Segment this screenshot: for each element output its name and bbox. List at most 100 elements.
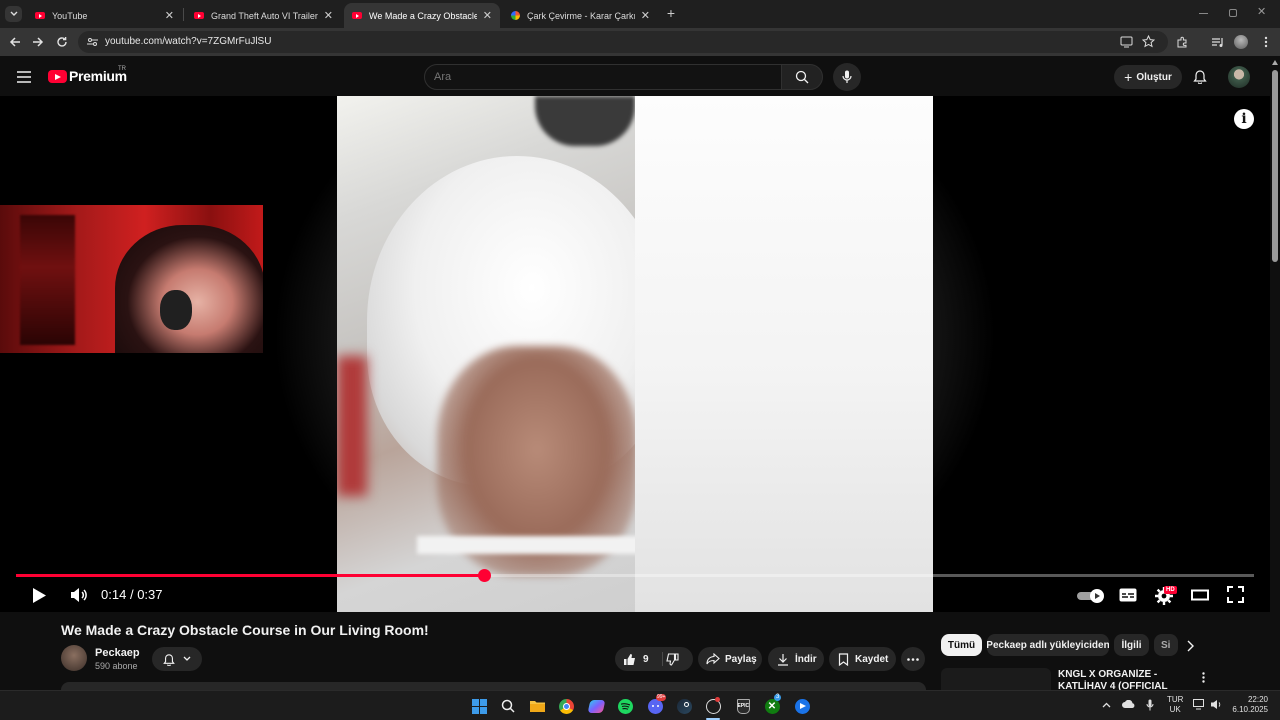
close-tab-icon[interactable]: ✕ [165,9,174,22]
keyboard-layout: UK [1169,705,1181,714]
scrollbar-thumb[interactable] [1272,70,1278,262]
windows-taskbar: 99+ EPIC ✕ 3 TUR UK 22:20 6.10.2025 [0,690,1280,720]
cast-icon[interactable] [1120,36,1133,48]
system-clock[interactable]: 22:20 6.10.2025 [1230,695,1268,715]
fullscreen-button[interactable] [1227,586,1244,608]
channel-avatar[interactable] [61,645,87,671]
browser-tab-youtube[interactable]: YouTube ✕ [27,3,182,28]
reload-icon[interactable] [53,33,71,51]
discord-icon[interactable]: 99+ [646,694,667,715]
headphones-shape [160,290,192,330]
download-label: İndir [795,653,817,665]
recommendation-thumbnail[interactable] [941,668,1051,690]
video-info-button[interactable]: i [1234,109,1254,129]
copilot-icon[interactable] [587,697,605,715]
play-button[interactable] [31,587,47,609]
page-scrollbar[interactable] [1270,56,1280,690]
subscription-notifications-button[interactable] [152,647,202,671]
youtube-logo-icon[interactable] [48,70,67,83]
progress-scrubber-handle[interactable] [477,569,491,582]
close-tab-icon[interactable]: ✕ [324,9,333,22]
xbox-icon[interactable]: ✕ 3 [763,694,782,715]
fullscreen-icon [1227,586,1244,603]
taskbar-search-icon[interactable] [499,697,517,715]
like-button[interactable]: 9 [615,647,659,671]
spotify-icon[interactable] [616,697,634,715]
new-tab-button[interactable]: + [664,6,678,20]
microphone-icon [842,70,852,83]
video-player[interactable]: i 0:14 / 0:37 HD [0,96,1270,612]
file-explorer-icon[interactable] [528,697,546,715]
time-display: 0:14 / 0:37 [101,587,163,602]
chip-related[interactable]: İlgili [1114,634,1149,656]
notifications-bell-icon[interactable] [1193,69,1207,89]
volume-icon [71,588,87,602]
chips-next-arrow-icon[interactable] [1186,639,1194,657]
bookmark-star-icon[interactable] [1142,35,1155,48]
forward-arrow-icon[interactable] [29,33,47,51]
dislike-button[interactable] [666,647,693,671]
close-tab-icon[interactable]: ✕ [641,9,650,22]
minimize-window-button[interactable] [1199,13,1208,14]
obs-studio-icon[interactable] [704,696,722,715]
address-bar[interactable]: youtube.com/watch?v=7ZGMrFuJlSU [78,31,1168,53]
close-tab-icon[interactable]: ✕ [483,9,492,22]
show-hidden-icons-chevron-icon[interactable] [1102,701,1111,710]
autoplay-toggle[interactable] [1077,589,1105,603]
speaker-volume-icon[interactable] [1210,699,1222,712]
epic-games-icon[interactable]: EPIC [734,697,752,715]
steam-icon[interactable] [675,697,693,715]
tab-search-button[interactable] [5,6,22,22]
browser-tab-wheel[interactable]: Çark Çevirme - Karar Çarkı ✕ [503,3,658,28]
chip-all[interactable]: Tümü [941,634,982,656]
scroll-up-arrow-icon[interactable] [1272,60,1278,65]
create-button[interactable]: + Oluştur [1114,65,1182,89]
media-controls-icon[interactable] [1208,33,1226,51]
bookmark-icon [838,652,849,666]
region-code: TR [118,66,126,72]
profile-avatar-icon[interactable] [1232,33,1250,51]
search-box[interactable] [424,64,782,90]
account-avatar[interactable] [1228,66,1250,88]
helmet-top-dark [535,96,635,146]
theater-mode-button[interactable] [1191,588,1209,607]
search-icon [795,70,809,84]
network-display-icon[interactable] [1193,699,1206,712]
like-divider [662,652,663,666]
recommendation-title[interactable]: KNGL X ORGANİZE - KATLİHAV 4 (OFFICIAL M… [1058,669,1198,690]
remote-desktop-icon[interactable] [793,697,811,715]
site-info-icon[interactable] [87,37,98,47]
youtube-favicon-icon [194,12,204,19]
search-input[interactable] [434,69,764,85]
subtitles-button[interactable] [1119,588,1137,607]
plus-icon: + [1124,69,1133,85]
extensions-icon[interactable] [1173,33,1191,51]
language-code: TUR [1167,695,1184,704]
chip-from-uploader[interactable]: Peckaep adlı yükleyiciden [987,634,1109,656]
settings-button[interactable]: HD [1155,585,1179,605]
voice-search-button[interactable] [833,63,861,91]
red-blur [337,356,367,496]
chip-partial[interactable]: Si [1154,634,1178,656]
more-actions-button[interactable] [901,647,925,671]
search-button[interactable] [781,64,823,90]
onedrive-cloud-icon[interactable] [1122,699,1135,710]
browser-menu-icon[interactable] [1257,33,1275,51]
close-window-button[interactable]: ✕ [1257,5,1266,18]
browser-tab-obstacle-course[interactable]: We Made a Crazy Obstacle Cou ✕ [344,3,500,28]
mute-button[interactable] [70,587,88,608]
download-icon [778,653,788,666]
input-language-indicator[interactable]: TUR UK [1167,695,1183,715]
download-button[interactable]: İndir [768,647,824,671]
start-button[interactable] [470,697,488,715]
microphone-tray-icon[interactable] [1146,699,1154,713]
recommendation-menu-icon[interactable] [1202,670,1205,688]
chrome-icon[interactable] [557,697,575,715]
guide-menu-icon[interactable] [17,70,31,83]
back-arrow-icon[interactable] [6,33,24,51]
browser-tab-gta-trailer[interactable]: Grand Theft Auto VI Trailer 2 - · ✕ [186,3,341,28]
channel-name[interactable]: Peckaep [95,647,140,659]
save-button[interactable]: Kaydet [829,647,896,671]
share-button[interactable]: Paylaş [698,647,762,671]
restore-window-button[interactable] [1229,9,1237,17]
